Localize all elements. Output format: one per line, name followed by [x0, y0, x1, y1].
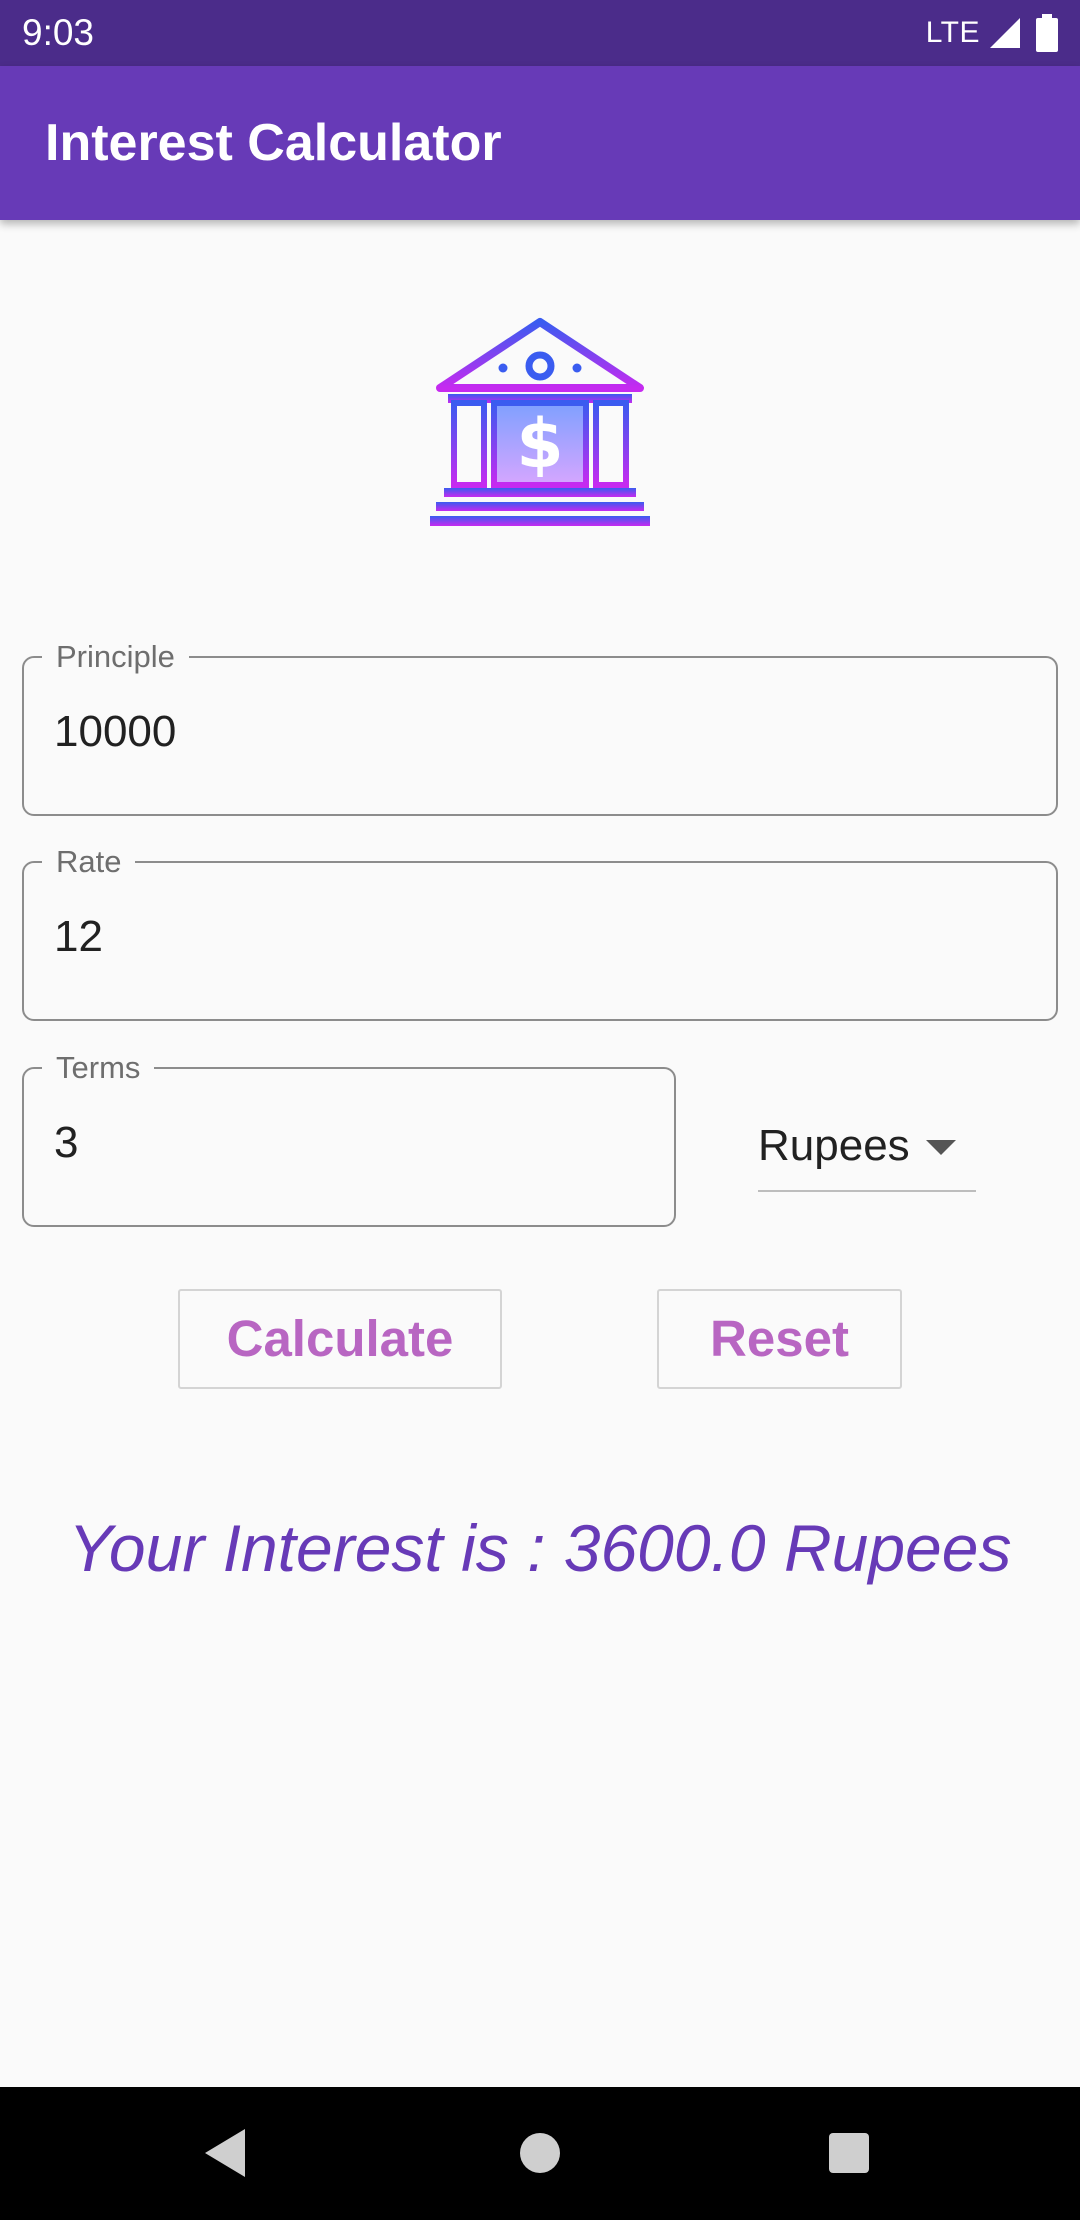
- result-text: Your Interest is : 3600.0 Rupees: [68, 1511, 1012, 1585]
- home-icon[interactable]: [520, 2133, 560, 2173]
- app-title: Interest Calculator: [45, 114, 502, 172]
- currency-selected-value: Rupees: [758, 1121, 910, 1170]
- navigation-bar: [0, 2087, 1080, 2220]
- principle-label: Principle: [42, 638, 189, 676]
- principle-value[interactable]: 10000: [54, 706, 176, 758]
- terms-label: Terms: [42, 1049, 155, 1087]
- svg-text:$: $: [516, 405, 563, 484]
- currency-dropdown[interactable]: Rupees: [758, 1110, 976, 1192]
- status-time: 9:03: [22, 12, 95, 53]
- battery-icon: [1036, 14, 1058, 52]
- status-indicators: LTE: [926, 14, 1060, 52]
- principle-input[interactable]: Principle 10000: [22, 638, 1058, 816]
- back-icon[interactable]: [205, 2129, 245, 2177]
- dropdown-arrow-icon: [926, 1140, 956, 1155]
- app-bar: Interest Calculator: [0, 66, 1080, 220]
- cell-signal-icon: [990, 18, 1020, 48]
- bank-icon: $: [430, 318, 650, 526]
- reset-button[interactable]: Reset: [657, 1289, 902, 1389]
- rate-value[interactable]: 12: [54, 911, 103, 963]
- rate-label: Rate: [42, 843, 136, 881]
- recents-icon[interactable]: [829, 2133, 869, 2173]
- terms-input[interactable]: Terms 3: [22, 1049, 676, 1227]
- rate-input[interactable]: Rate 12: [22, 843, 1058, 1021]
- calculate-button[interactable]: Calculate: [178, 1289, 502, 1389]
- status-bar: 9:03 LTE: [0, 0, 1080, 66]
- network-type-label: LTE: [925, 16, 980, 49]
- terms-value[interactable]: 3: [54, 1117, 78, 1169]
